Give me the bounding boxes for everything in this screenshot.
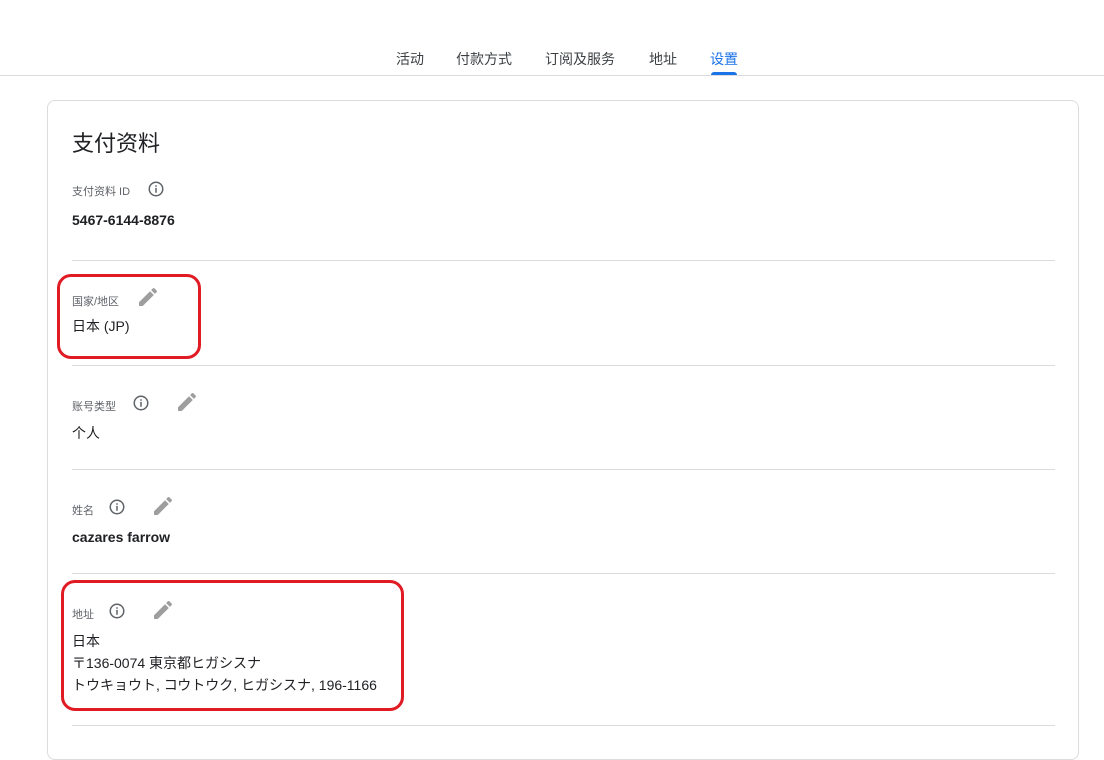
- tabs-bar: 活动 付款方式 订阅及服务 地址 设置: [0, 0, 1104, 76]
- account-type-label: 账号类型: [72, 401, 116, 413]
- card-title: 支付资料: [72, 131, 161, 156]
- info-icon[interactable]: [132, 394, 150, 412]
- tab-addresses[interactable]: 地址: [649, 49, 677, 69]
- pencil-edit-icon[interactable]: [175, 390, 199, 414]
- info-icon[interactable]: [147, 180, 165, 198]
- highlight-annotation-country: [57, 274, 201, 359]
- name-label: 姓名: [72, 505, 94, 517]
- tab-payment-methods[interactable]: 付款方式: [456, 49, 512, 69]
- divider: [72, 469, 1055, 470]
- divider: [72, 365, 1055, 366]
- pencil-edit-icon[interactable]: [151, 494, 175, 518]
- payment-profile-id-label: 支付资料 ID: [72, 186, 131, 198]
- active-tab-indicator: [711, 72, 737, 75]
- divider: [72, 573, 1055, 574]
- highlight-annotation-address: [61, 580, 404, 711]
- name-value: cazares farrow: [72, 529, 171, 545]
- info-icon[interactable]: [108, 498, 126, 516]
- tab-subscriptions-services[interactable]: 订阅及服务: [545, 49, 615, 69]
- payment-profile-id-value: 5467-6144-8876: [72, 212, 175, 228]
- account-type-value: 个人: [72, 425, 100, 441]
- divider: [72, 260, 1055, 261]
- tab-settings[interactable]: 设置: [710, 49, 738, 69]
- tab-activity[interactable]: 活动: [396, 49, 424, 69]
- divider: [72, 725, 1055, 726]
